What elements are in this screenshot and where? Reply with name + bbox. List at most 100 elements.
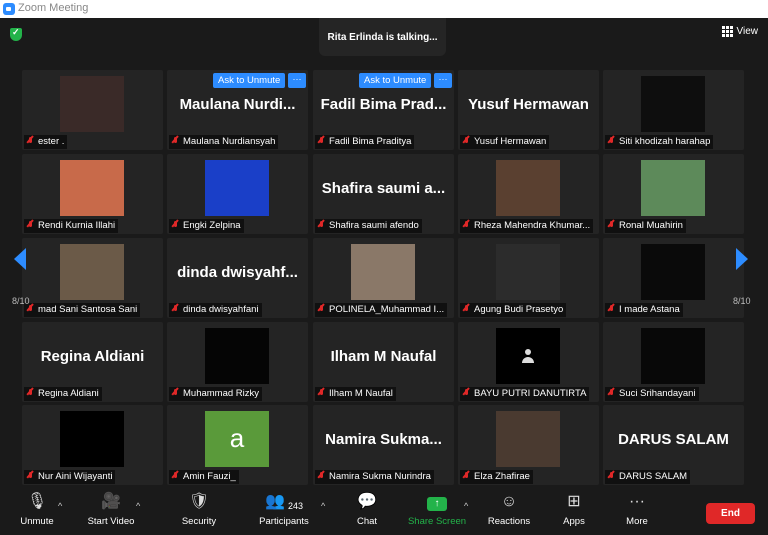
end-meeting-button[interactable]: End [706,503,755,524]
participant-video [496,411,560,467]
muted-mic-icon [27,305,34,315]
participant-video [60,76,124,132]
participant-name-label: Rheza Mahendra Khumar... [460,219,594,233]
talking-banner: Rita Erlinda is talking... [319,18,446,56]
participants-button[interactable]: 👥 243 Participants [256,485,312,535]
start-video-button[interactable]: 🎥 Start Video [84,485,138,535]
muted-mic-icon [463,472,470,482]
participant-display-name: Regina Aldiani [40,348,145,365]
participant-name-label: Rendi Kurnia Illahi [24,219,119,233]
participant-display-name: Shafira saumi a... [321,180,446,197]
participant-tile[interactable]: Elza Zhafirae [458,405,599,485]
avatar-icon [522,349,534,363]
participant-name-label: mad Sani Santosa Sani [24,303,141,317]
participant-tile[interactable]: Rendi Kurnia Illahi [22,154,163,234]
participant-tile[interactable]: a Amin Fauzi_ [167,405,308,485]
apps-button[interactable]: ⊞ Apps [559,485,589,535]
ask-to-unmute-button[interactable]: Ask to Unmute [359,73,432,88]
encryption-shield-icon[interactable] [10,27,22,41]
participant-tile[interactable]: mad Sani Santosa Sani [22,238,163,318]
participant-name-label: DARUS SALAM [605,470,691,484]
participant-tile[interactable]: Shafira saumi a... Shafira saumi afendo [313,154,454,234]
participant-name-label: Elza Zhafirae [460,470,533,484]
participant-name-label: Ilham M Naufal [315,387,396,401]
participant-name: Namira Sukma Nurindra [329,471,431,482]
participant-video [641,328,705,384]
participant-tile[interactable]: Fadil Bima Prad... Ask to Unmute ··· Fadil … [313,70,454,150]
participant-name: Agung Budi Prasetyo [474,304,564,315]
participant-name: Shafira saumi afendo [329,220,419,231]
muted-mic-icon [318,221,325,231]
participant-video [351,244,415,300]
muted-mic-icon [318,137,325,147]
previous-page-button[interactable] [14,248,34,270]
muted-mic-icon [608,221,615,231]
window-title: Zoom Meeting [18,2,89,14]
participant-name-label: Nur Aini Wijayanti [24,470,116,484]
participant-tile[interactable]: I made Astana [603,238,744,318]
participant-name: Rheza Mahendra Khumar... [474,220,591,231]
tile-more-button[interactable]: ··· [434,73,452,88]
apps-icon: ⊞ [567,493,581,510]
chat-button[interactable]: 💬 Chat [352,485,382,535]
muted-mic-icon [463,389,470,399]
participant-tile[interactable]: Siti khodizah harahap [603,70,744,150]
video-off-icon: 🎥 [101,493,121,510]
ask-to-unmute-button[interactable]: Ask to Unmute [213,73,286,88]
participant-tile[interactable]: Engki Zelpina [167,154,308,234]
participant-tile[interactable]: POLINELA_Muhammad I... [313,238,454,318]
participant-tile[interactable]: Ronal Muahirin [603,154,744,234]
participant-name-label: Amin Fauzi_ [169,470,239,484]
page-indicator-right: 8/10 [733,296,751,306]
muted-mic-icon [318,305,325,315]
participant-tile[interactable]: Yusuf Hermawan Yusuf Hermawan [458,70,599,150]
participant-tile[interactable]: Regina Aldiani Regina Aldiani [22,322,163,402]
more-button[interactable]: ··· More [622,485,652,535]
view-button[interactable]: View [721,26,758,37]
participant-tile[interactable]: dinda dwisyahf... dinda dwisyahfani [167,238,308,318]
next-page-button[interactable] [736,248,756,270]
participant-tile[interactable]: ester . [22,70,163,150]
participant-name: Muhammad Rizky [183,388,260,399]
participant-tile[interactable]: Nur Aini Wijayanti [22,405,163,485]
participant-display-name: Ilham M Naufal [330,348,437,365]
participant-name: Amin Fauzi_ [183,471,236,482]
share-options-caret[interactable]: ^ [464,501,468,511]
participant-tile[interactable]: DARUS SALAM DARUS SALAM [603,405,744,485]
participant-name: Fadil Bima Praditya [329,136,412,147]
reactions-button[interactable]: ☺ Reactions [486,485,532,535]
tile-more-button[interactable]: ··· [288,73,306,88]
participant-name: POLINELA_Muhammad I... [329,304,445,315]
participant-display-name: dinda dwisyahf... [177,264,298,281]
participant-video [60,160,124,216]
participant-name-label: POLINELA_Muhammad I... [315,303,448,317]
participant-name: Ilham M Naufal [329,388,393,399]
participant-tile[interactable]: Agung Budi Prasetyo [458,238,599,318]
muted-mic-icon [27,221,34,231]
participant-video [496,328,560,384]
muted-mic-icon [27,472,34,482]
participant-tile[interactable]: Muhammad Rizky [167,322,308,402]
participant-tile[interactable]: Namira Sukma... Namira Sukma Nurindra [313,405,454,485]
participant-tile[interactable]: Rheza Mahendra Khumar... [458,154,599,234]
participant-display-name: Fadil Bima Prad... [320,96,447,113]
participants-options-caret[interactable]: ^ [321,501,325,511]
unmute-button[interactable]: 🎙 Unmute [16,485,58,535]
participant-name: ester . [38,136,65,147]
audio-options-caret[interactable]: ^ [58,501,62,511]
video-options-caret[interactable]: ^ [136,501,140,511]
participant-tile[interactable]: Ilham M Naufal Ilham M Naufal [313,322,454,402]
participant-tile[interactable]: Maulana Nurdi... Ask to Unmute ··· Maulana … [167,70,308,150]
participant-video [205,328,269,384]
security-button[interactable]: 🛡 Security [178,485,220,535]
muted-mic-icon [318,472,325,482]
participant-tile[interactable]: BAYU PUTRI DANUTIRTA [458,322,599,402]
muted-mic-icon [463,137,470,147]
muted-mic-icon [172,389,179,399]
muted-mic-icon [608,389,615,399]
participant-name-label: Siti khodizah harahap [605,135,714,149]
muted-mic-icon [172,472,179,482]
participant-video [205,160,269,216]
share-screen-button[interactable]: ↑ Share Screen [407,485,467,535]
participant-tile[interactable]: Suci Srihandayani [603,322,744,402]
